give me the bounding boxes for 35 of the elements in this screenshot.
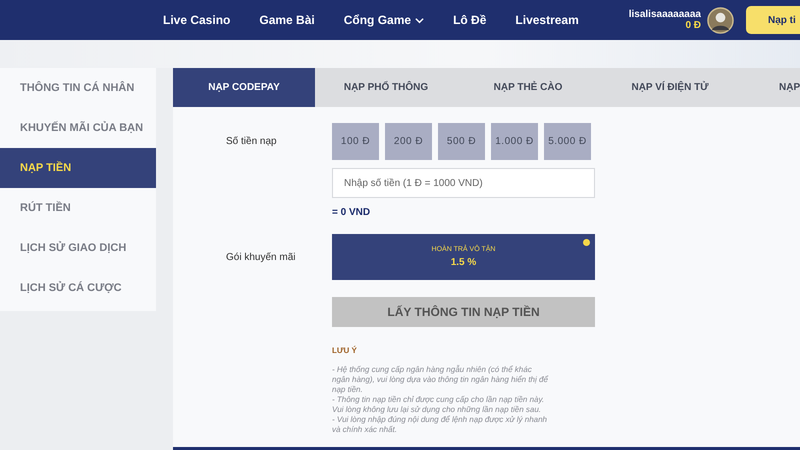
deposit-button[interactable]: Nạp ti: [746, 6, 800, 34]
note-text: - Vui lòng nhập đúng nội dung để lệnh nạp được xử lý nhanh và chính xác nhất.: [332, 415, 548, 435]
sidebar-item[interactable]: THÔNG TIN CÁ NHÂN: [0, 68, 156, 108]
sidebar-item[interactable]: LỊCH SỬ CÁ CƯỢC: [0, 268, 156, 308]
nav-link[interactable]: Cổng Game: [344, 13, 424, 27]
tab[interactable]: NẠP VÍ ĐIỆN TỬ: [599, 68, 741, 107]
amount-button[interactable]: 200 Đ: [385, 123, 432, 160]
amount-button[interactable]: 100 Đ: [332, 123, 379, 160]
nav-link[interactable]: Lô Đề: [453, 13, 486, 27]
converted-amount: = 0 VND: [332, 207, 372, 218]
note-title: LƯU Ý: [332, 346, 358, 355]
nav-link[interactable]: Live Casino: [163, 13, 230, 27]
amount-button[interactable]: 1.000 Đ: [491, 123, 538, 160]
tab[interactable]: NẠP: [741, 68, 800, 107]
tab[interactable]: NẠP CODEPAY: [173, 68, 315, 107]
amount-button[interactable]: 5.000 Đ: [544, 123, 591, 160]
note-text: - Hệ thống cung cấp ngân hàng ngẫu nhiên (có thể khác ngân hàng), vui lòng dựa vào thông tin ngân hàng hiển thị để nạp tiền.: [332, 365, 550, 395]
promo-rate: 1.5 %: [450, 257, 476, 268]
promo-label: Gói khuyến mãi: [225, 252, 296, 262]
sidebar-item[interactable]: KHUYẾN MÃI CỦA BẠN: [0, 108, 156, 148]
avatar-icon[interactable]: [707, 6, 734, 34]
submit-button[interactable]: LẤY THÔNG TIN NẠP TIỀN: [332, 297, 595, 327]
tab[interactable]: NẠP PHỔ THÔNG: [315, 68, 457, 107]
amount-input[interactable]: Nhập số tiền (1 Đ = 1000 VND): [332, 168, 595, 198]
note-text: - Thông tin nạp tiền chỉ được cung cấp cho lần nạp tiền này. Vui lòng không lưu lại sử dụng cho những lần nạp tiền sau.: [332, 395, 546, 415]
tab[interactable]: NẠP THẺ CÀO: [457, 68, 599, 107]
nav-link[interactable]: Game Bài: [259, 13, 315, 27]
balance: 0 Đ: [685, 20, 701, 31]
username: lisalisaaaaaaaa: [628, 9, 701, 20]
amount-label: Số tiền nạp: [225, 136, 278, 147]
sidebar-item[interactable]: NẠP TIỀN: [0, 148, 156, 188]
amount-button[interactable]: 500 Đ: [438, 123, 485, 160]
nav-link[interactable]: Livestream: [515, 13, 579, 27]
sidebar-item[interactable]: LỊCH SỬ GIAO DỊCH: [0, 228, 156, 268]
sidebar-item[interactable]: RÚT TIỀN: [0, 188, 156, 228]
